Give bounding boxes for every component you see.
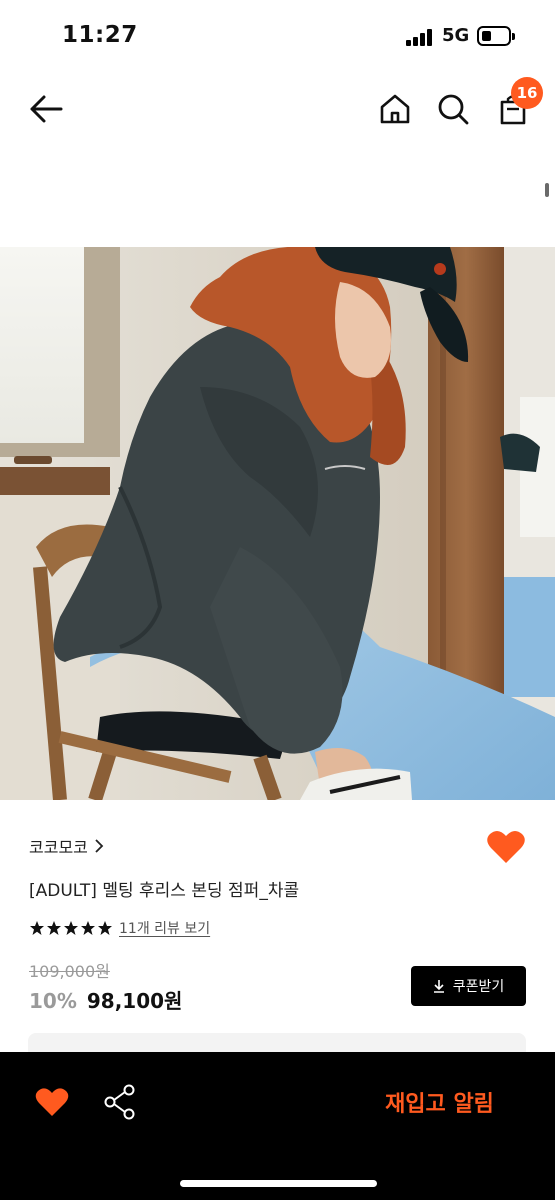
wishlist-heart-icon[interactable] <box>486 828 526 866</box>
star-icon <box>98 921 112 935</box>
status-time: 11:27 <box>62 22 138 48</box>
scroll-indicator <box>545 183 549 197</box>
star-icon <box>47 921 61 935</box>
sale-price-row: 10% 98,100원 <box>29 985 182 1013</box>
star-icon <box>81 921 95 935</box>
rating-row: 11개 리뷰 보기 <box>29 917 210 939</box>
product-photo-illustration <box>0 247 555 800</box>
product-title: [ADULT] 멜팅 후리스 본딩 점퍼_차콜 <box>29 881 300 901</box>
cart-count-badge[interactable]: 16 <box>511 77 543 109</box>
star-icon <box>64 921 78 935</box>
chevron-right-icon <box>95 839 104 853</box>
sale-price: 98,100원 <box>86 989 183 1013</box>
brand-link[interactable]: 코코모코 <box>29 833 104 859</box>
bottom-action-bar: 재입고 알림 <box>0 1052 555 1200</box>
brand-name: 코코모코 <box>29 838 88 857</box>
product-image[interactable] <box>0 247 555 800</box>
home-indicator <box>180 1180 377 1187</box>
coupon-label: 쿠폰받기 <box>452 979 505 995</box>
top-navigation: 16 <box>0 72 555 148</box>
original-price: 109,000원 <box>29 962 110 981</box>
product-detail-page: 11:27 5G 16 코코모코 [ADULT] 멜팅 후리스 본딩 점퍼_차콜… <box>0 0 555 1200</box>
status-bar: 11:27 5G <box>0 0 555 72</box>
star-rating <box>29 920 113 936</box>
battery-icon <box>477 26 515 46</box>
coupon-download-button[interactable]: 쿠폰받기 <box>411 966 526 1006</box>
back-arrow-icon[interactable] <box>28 92 64 126</box>
home-icon[interactable] <box>378 92 412 126</box>
wishlist-heart-icon[interactable] <box>35 1086 69 1118</box>
star-icon <box>30 921 44 935</box>
download-icon <box>433 980 444 993</box>
discount-rate: 10% <box>29 989 77 1013</box>
review-link[interactable]: 11개 리뷰 보기 <box>119 918 210 938</box>
share-icon[interactable] <box>103 1083 137 1121</box>
restock-alert-button[interactable]: 재입고 알림 <box>362 1080 517 1124</box>
network-type: 5G <box>442 25 470 46</box>
cellular-signal-icon <box>406 28 436 46</box>
search-icon[interactable] <box>436 92 470 126</box>
